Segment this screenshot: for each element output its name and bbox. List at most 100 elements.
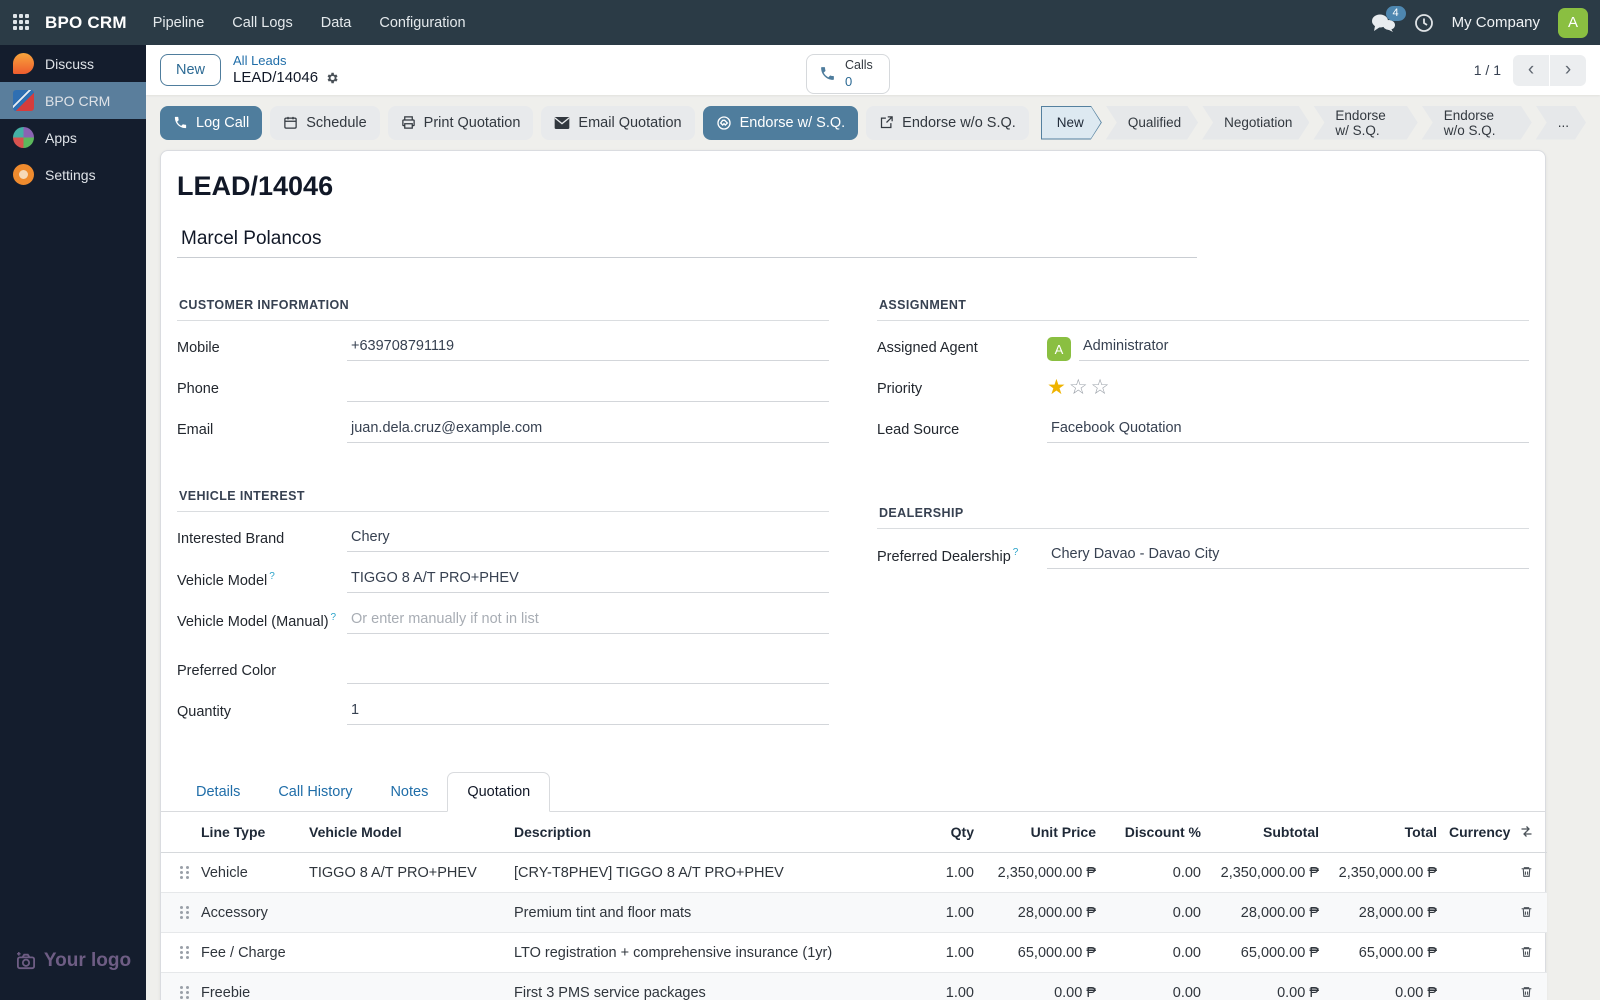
print-quotation-button[interactable]: Print Quotation bbox=[387, 105, 534, 140]
topbar-menu-pipeline[interactable]: Pipeline bbox=[153, 15, 205, 31]
cell-subtotal[interactable]: 0.00 ₱ bbox=[1207, 972, 1325, 1000]
star-filled-icon[interactable]: ★ bbox=[1047, 376, 1069, 399]
cell-vehicle-model[interactable] bbox=[303, 892, 508, 933]
log-call-button[interactable]: Log Call bbox=[160, 105, 263, 140]
cell-qty[interactable]: 1.00 bbox=[898, 892, 980, 933]
delete-row-button[interactable] bbox=[1518, 983, 1535, 1000]
column-header-description[interactable]: Description bbox=[508, 812, 898, 853]
cell-vehicle-model[interactable]: TIGGO 8 A/T PRO+PHEV bbox=[303, 853, 508, 893]
calls-smart-button[interactable]: Calls 0 bbox=[806, 54, 890, 94]
cell-currency[interactable] bbox=[1443, 892, 1505, 933]
pager-next-button[interactable]: › bbox=[1550, 54, 1586, 86]
priority-stars[interactable]: ★☆☆ bbox=[1047, 376, 1113, 399]
cell-vehicle-model[interactable] bbox=[303, 972, 508, 1000]
cell-qty[interactable]: 1.00 bbox=[898, 853, 980, 893]
tab-quotation[interactable]: Quotation bbox=[447, 772, 551, 812]
lead-source-field[interactable]: Facebook Quotation bbox=[1047, 419, 1529, 443]
cell-unit-price[interactable]: 0.00 ₱ bbox=[980, 972, 1102, 1000]
delete-row-button[interactable] bbox=[1518, 943, 1535, 961]
new-button[interactable]: New bbox=[160, 54, 222, 86]
tab-call-history[interactable]: Call History bbox=[259, 773, 371, 811]
tab-notes[interactable]: Notes bbox=[371, 773, 447, 811]
sidebar-logo[interactable]: Your logo bbox=[0, 950, 146, 972]
email-field[interactable]: juan.dela.cruz@example.com bbox=[347, 419, 829, 443]
table-row[interactable]: Accessory Premium tint and floor mats 1.00… bbox=[161, 892, 1547, 933]
cell-subtotal[interactable]: 65,000.00 ₱ bbox=[1207, 932, 1325, 973]
endorse-with-sq-button[interactable]: Endorse w/ S.Q. bbox=[702, 105, 859, 140]
column-header-qty[interactable]: Qty bbox=[898, 812, 980, 853]
table-row[interactable]: Freebie First 3 PMS service packages 1.00 0… bbox=[161, 972, 1547, 1000]
cell-subtotal[interactable]: 28,000.00 ₱ bbox=[1207, 892, 1325, 933]
cell-total[interactable]: 2,350,000.00 ₱ bbox=[1325, 853, 1443, 893]
cell-unit-price[interactable]: 65,000.00 ₱ bbox=[980, 932, 1102, 973]
stage-more[interactable]: ... bbox=[1536, 106, 1586, 140]
sidebar-item-settings[interactable]: Settings bbox=[0, 156, 146, 193]
cell-qty[interactable]: 1.00 bbox=[898, 932, 980, 973]
column-header-vehicle-model[interactable]: Vehicle Model bbox=[303, 812, 508, 853]
schedule-button[interactable]: Schedule bbox=[270, 105, 380, 140]
stage-endorse-w-s-q[interactable]: Endorse w/ S.Q. bbox=[1313, 106, 1417, 140]
column-header-discount[interactable]: Discount % bbox=[1102, 812, 1207, 853]
topbar-menu-configuration[interactable]: Configuration bbox=[379, 15, 465, 31]
help-icon[interactable]: ? bbox=[331, 612, 337, 623]
cell-description[interactable]: First 3 PMS service packages bbox=[508, 972, 898, 1000]
email-quotation-button[interactable]: Email Quotation bbox=[541, 105, 695, 140]
cell-total[interactable]: 28,000.00 ₱ bbox=[1325, 892, 1443, 933]
stage-new[interactable]: New bbox=[1041, 106, 1102, 140]
help-icon[interactable]: ? bbox=[1013, 547, 1019, 558]
cell-qty[interactable]: 1.00 bbox=[898, 972, 980, 1000]
drag-handle-icon[interactable] bbox=[179, 866, 183, 870]
cell-line-type[interactable]: Vehicle bbox=[195, 853, 303, 893]
cell-description[interactable]: LTO registration + comprehensive insuran… bbox=[508, 932, 898, 973]
quantity-field[interactable]: 1 bbox=[347, 701, 829, 725]
cell-discount[interactable]: 0.00 bbox=[1102, 892, 1207, 933]
phone-field[interactable] bbox=[347, 378, 829, 402]
table-row[interactable]: Fee / Charge LTO registration + comprehen… bbox=[161, 932, 1547, 973]
cell-unit-price[interactable]: 28,000.00 ₱ bbox=[980, 892, 1102, 933]
cell-total[interactable]: 0.00 ₱ bbox=[1325, 972, 1443, 1000]
breadcrumb-parent-link[interactable]: All Leads bbox=[233, 53, 339, 69]
sidebar-item-bpo-crm[interactable]: BPO CRM bbox=[0, 82, 146, 119]
cell-line-type[interactable]: Freebie bbox=[195, 972, 303, 1000]
endorse-without-sq-button[interactable]: Endorse w/o S.Q. bbox=[866, 105, 1029, 140]
star-empty-icon[interactable]: ☆ bbox=[1091, 376, 1113, 399]
sidebar-item-discuss[interactable]: Discuss bbox=[0, 45, 146, 82]
delete-row-button[interactable] bbox=[1518, 903, 1535, 921]
cell-subtotal[interactable]: 2,350,000.00 ₱ bbox=[1207, 853, 1325, 893]
cell-description[interactable]: [CRY-T8PHEV] TIGGO 8 A/T PRO+PHEV bbox=[508, 853, 898, 893]
cell-unit-price[interactable]: 2,350,000.00 ₱ bbox=[980, 853, 1102, 893]
optional-columns-button[interactable] bbox=[1517, 822, 1536, 841]
stage-endorse-w-o-s-q[interactable]: Endorse w/o S.Q. bbox=[1422, 106, 1532, 140]
delete-row-button[interactable] bbox=[1518, 863, 1535, 881]
cell-vehicle-model[interactable] bbox=[303, 932, 508, 973]
cell-currency[interactable] bbox=[1443, 853, 1505, 893]
cell-total[interactable]: 65,000.00 ₱ bbox=[1325, 932, 1443, 973]
star-empty-icon[interactable]: ☆ bbox=[1069, 376, 1091, 399]
table-row[interactable]: Vehicle TIGGO 8 A/T PRO+PHEV [CRY-T8PHEV] … bbox=[161, 853, 1547, 893]
drag-handle-icon[interactable] bbox=[179, 986, 183, 990]
cell-currency[interactable] bbox=[1443, 932, 1505, 973]
activities-clock-icon[interactable] bbox=[1414, 13, 1434, 33]
app-title[interactable]: BPO CRM bbox=[45, 13, 127, 33]
drag-handle-icon[interactable] bbox=[179, 906, 183, 910]
customer-name-input[interactable]: Marcel Polancos bbox=[177, 226, 1197, 258]
sidebar-item-apps[interactable]: Apps bbox=[0, 119, 146, 156]
cell-line-type[interactable]: Fee / Charge bbox=[195, 932, 303, 973]
mobile-field[interactable]: +639708791119 bbox=[347, 337, 829, 361]
user-avatar[interactable]: A bbox=[1558, 7, 1588, 38]
messages-icon[interactable]: 4 bbox=[1370, 5, 1406, 33]
column-header-line-type[interactable]: Line Type bbox=[195, 812, 303, 853]
company-switcher[interactable]: My Company bbox=[1452, 14, 1540, 31]
apps-grid-icon[interactable] bbox=[13, 13, 31, 32]
tab-details[interactable]: Details bbox=[177, 773, 259, 811]
column-header-unit-price[interactable]: Unit Price bbox=[980, 812, 1102, 853]
stage-qualified[interactable]: Qualified bbox=[1106, 106, 1198, 140]
topbar-menu-call-logs[interactable]: Call Logs bbox=[232, 15, 292, 31]
cell-discount[interactable]: 0.00 bbox=[1102, 932, 1207, 973]
interested-brand-field[interactable]: Chery bbox=[347, 528, 829, 552]
assigned-agent-field[interactable]: Administrator bbox=[1079, 337, 1529, 361]
column-header-total[interactable]: Total bbox=[1325, 812, 1443, 853]
stage-negotiation[interactable]: Negotiation bbox=[1202, 106, 1309, 140]
column-header-currency[interactable]: Currency bbox=[1443, 812, 1510, 853]
cell-discount[interactable]: 0.00 bbox=[1102, 972, 1207, 1000]
